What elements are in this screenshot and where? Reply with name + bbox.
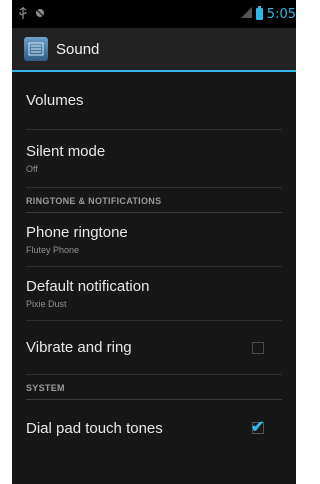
checkmark-icon: ✔ — [251, 419, 265, 436]
item-summary: Pixie Dust — [26, 299, 67, 309]
item-title: Phone ringtone — [26, 224, 128, 241]
list-item-phone-ringtone[interactable]: Phone ringtone Flutey Phone — [26, 213, 282, 267]
list-item-default-notification[interactable]: Default notification Pixie Dust — [26, 267, 282, 321]
sound-settings-icon[interactable] — [24, 37, 48, 61]
item-title: Vibrate and ring — [26, 339, 132, 356]
item-title: Volumes — [26, 92, 84, 109]
settings-list: Volumes Silent mode Off RINGTONE & NOTIF… — [12, 72, 296, 456]
list-item-vibrate-and-ring[interactable]: Vibrate and ring — [26, 321, 282, 375]
list-item-silent-mode[interactable]: Silent mode Off — [26, 130, 282, 188]
action-bar: Sound — [12, 28, 296, 72]
status-bar: 5:05 — [12, 0, 296, 28]
clock: 5:05 — [266, 6, 296, 22]
vibrate-checkbox[interactable] — [252, 341, 264, 354]
list-item-dial-pad-touch-tones[interactable]: Dial pad touch tones ✔ — [26, 400, 282, 456]
notification-icons — [18, 6, 46, 22]
list-item-volumes[interactable]: Volumes — [26, 72, 282, 130]
item-title: Default notification — [26, 278, 150, 295]
system-icons: 5:05 — [240, 5, 296, 23]
page-title: Sound — [56, 40, 100, 58]
item-title: Dial pad touch tones — [26, 419, 163, 437]
section-header-ringtone: RINGTONE & NOTIFICATIONS — [26, 188, 282, 213]
item-title: Silent mode — [26, 143, 106, 160]
battery-icon — [255, 6, 263, 20]
usb-icon — [18, 6, 28, 22]
item-summary: Flutey Phone — [26, 245, 80, 255]
android-debug-icon — [34, 7, 46, 22]
section-header-system: SYSTEM — [26, 375, 282, 400]
signal-icon — [240, 5, 252, 23]
dial-pad-checkbox[interactable]: ✔ — [251, 419, 264, 436]
phone-screen: 5:05 Sound Volumes Silent mode Off RINGT… — [12, 0, 296, 484]
item-summary: Off — [26, 164, 38, 174]
